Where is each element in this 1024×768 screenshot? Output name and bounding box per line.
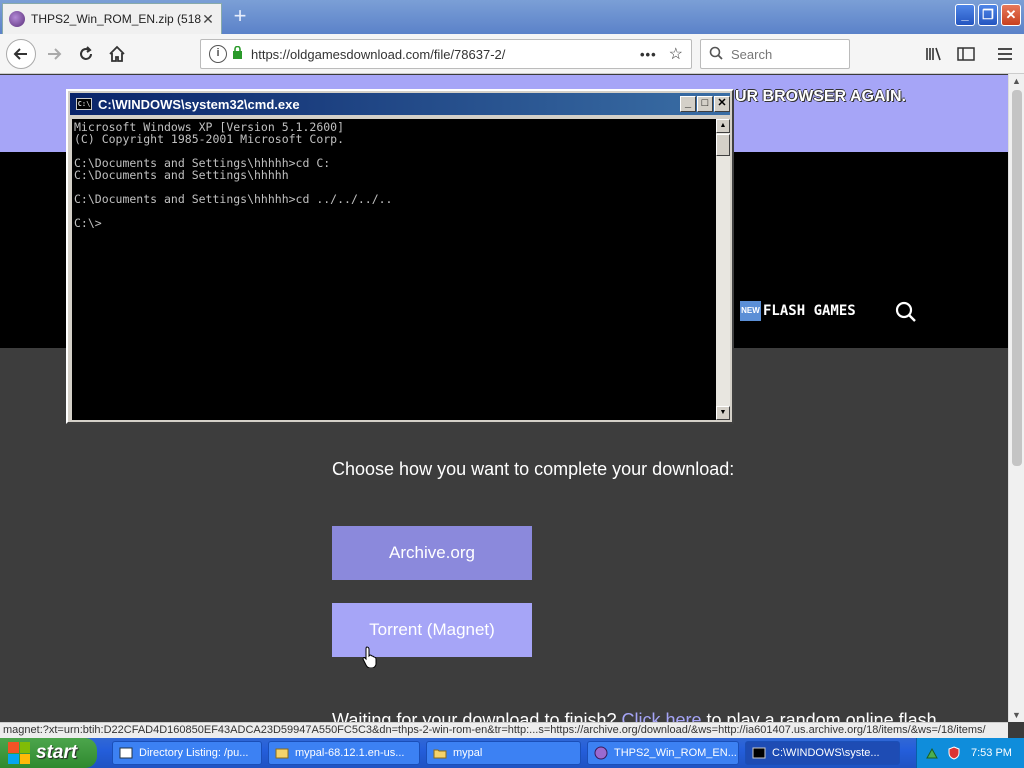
waiting-rest-text: to play a random online flash — [706, 710, 937, 722]
window-restore-button[interactable]: ❐ — [978, 4, 998, 26]
status-bar: magnet:?xt=urn:btih:D22CFAD4D160850EF43A… — [0, 722, 1008, 738]
forward-button[interactable] — [42, 42, 66, 66]
url-text: https://oldgamesdownload.com/file/78637-… — [251, 46, 506, 62]
scroll-thumb[interactable] — [1012, 90, 1022, 466]
reload-button[interactable] — [74, 42, 98, 66]
back-button[interactable] — [6, 39, 36, 69]
bookmark-star-icon[interactable]: ☆ — [669, 44, 683, 64]
window-minimize-button[interactable]: _ — [955, 4, 975, 26]
cmd-close-button[interactable]: ✕ — [714, 96, 730, 112]
banner-text: UR BROWSER AGAIN. — [735, 88, 906, 105]
menu-button[interactable] — [993, 42, 1017, 66]
start-label: start — [36, 742, 78, 763]
task-label: mypal-68.12.1.en-us... — [295, 747, 405, 759]
cmd-console-output[interactable]: Microsoft Windows XP [Version 5.1.2600] … — [72, 119, 716, 420]
cmd-minimize-button[interactable]: _ — [680, 96, 696, 112]
cmd-title-bar[interactable]: C:\ C:\WINDOWS\system32\cmd.exe — [70, 93, 730, 115]
tab-title: THPS2_Win_ROM_EN.zip (518.5M — [31, 12, 201, 26]
search-placeholder: Search — [731, 46, 773, 62]
click-here-link[interactable]: Click here — [622, 710, 702, 722]
scroll-down-icon[interactable]: ▼ — [1012, 710, 1021, 720]
search-box[interactable]: Search — [700, 39, 850, 69]
taskbar-item-mypal-installer[interactable]: mypal-68.12.1.en-us... — [268, 741, 420, 765]
security-shield-icon[interactable] — [947, 746, 961, 760]
page-actions-icon[interactable]: ••• — [640, 47, 657, 62]
network-icon[interactable] — [925, 746, 939, 760]
back-arrow-icon — [13, 48, 27, 60]
url-bar[interactable]: i https://oldgamesdownload.com/file/7863… — [200, 39, 692, 69]
windows-logo-icon — [8, 742, 30, 764]
cmd-scroll-up-icon[interactable]: ▲ — [716, 119, 730, 133]
hamburger-menu-icon — [998, 48, 1012, 60]
forward-arrow-icon — [48, 48, 62, 60]
folder-icon — [433, 749, 447, 759]
waiting-text: Waiting for your download to finish? — [332, 710, 617, 722]
browser-window-icon — [119, 747, 133, 759]
tab-close-icon[interactable]: ✕ — [201, 11, 215, 28]
hand-cursor-icon — [362, 646, 380, 673]
taskbar: start Directory Listing: /pu... mypal-68… — [0, 738, 1024, 768]
cmd-maximize-button[interactable]: □ — [697, 96, 713, 112]
browser-tab-bar: THPS2_Win_ROM_EN.zip (518.5M ✕ + _ ❐ ✕ — [0, 0, 1024, 34]
window-close-button[interactable]: ✕ — [1001, 4, 1021, 26]
sidebar-icon — [957, 47, 975, 61]
lock-icon — [232, 45, 243, 62]
tab-favicon-icon — [9, 11, 25, 27]
site-search-icon[interactable] — [894, 300, 918, 324]
scroll-up-icon[interactable]: ▲ — [1012, 76, 1021, 86]
cmd-scrollbar[interactable]: ▲ ▼ — [716, 119, 730, 420]
cmd-icon: C:\ — [76, 98, 92, 110]
zip-folder-icon — [275, 748, 289, 759]
sidebar-toggle-button[interactable] — [954, 42, 978, 66]
choose-download-text: Choose how you want to complete your dow… — [332, 459, 735, 479]
taskbar-item-directory-listing[interactable]: Directory Listing: /pu... — [112, 741, 262, 765]
cmd-title: C:\WINDOWS\system32\cmd.exe — [98, 96, 300, 112]
archive-org-button[interactable]: Archive.org — [332, 526, 532, 580]
browser-nav-bar: i https://oldgamesdownload.com/file/7863… — [0, 34, 1024, 74]
home-button[interactable] — [105, 42, 129, 66]
home-icon — [109, 45, 125, 62]
cmd-scroll-down-icon[interactable]: ▼ — [716, 406, 730, 420]
cmd-icon — [752, 747, 766, 759]
task-label: THPS2_Win_ROM_EN... — [614, 747, 737, 759]
library-icon — [926, 47, 941, 61]
browser-icon — [594, 746, 608, 760]
task-label: mypal — [453, 747, 483, 759]
new-tab-button[interactable]: + — [228, 5, 252, 28]
search-icon — [709, 46, 723, 63]
clock: 7:53 PM — [971, 747, 1012, 759]
system-tray: 7:53 PM — [916, 738, 1024, 768]
taskbar-item-cmd[interactable]: C:\WINDOWS\syste... — [745, 741, 900, 765]
taskbar-item-mypal-folder[interactable]: mypal — [426, 741, 581, 765]
browser-tab[interactable]: THPS2_Win_ROM_EN.zip (518.5M ✕ — [2, 3, 222, 34]
site-info-icon[interactable]: i — [209, 45, 227, 63]
task-label: C:\WINDOWS\syste... — [772, 747, 880, 759]
task-label: Directory Listing: /pu... — [139, 747, 249, 759]
cmd-scroll-thumb[interactable] — [716, 134, 730, 156]
cmd-window[interactable]: C:\ C:\WINDOWS\system32\cmd.exe _ □ ✕ Mi… — [66, 89, 734, 424]
new-badge: NEW — [740, 301, 761, 321]
reload-icon — [80, 46, 92, 60]
library-button[interactable] — [922, 42, 946, 66]
taskbar-item-thps2-download[interactable]: THPS2_Win_ROM_EN... — [587, 741, 739, 765]
waiting-text-line: Waiting for your download to finish? Cli… — [332, 710, 1008, 722]
page-scrollbar[interactable]: ▲ ▼ — [1008, 74, 1024, 722]
nav-flash-games-link[interactable]: FLASH GAMES — [763, 303, 856, 319]
start-button[interactable]: start — [0, 738, 97, 768]
